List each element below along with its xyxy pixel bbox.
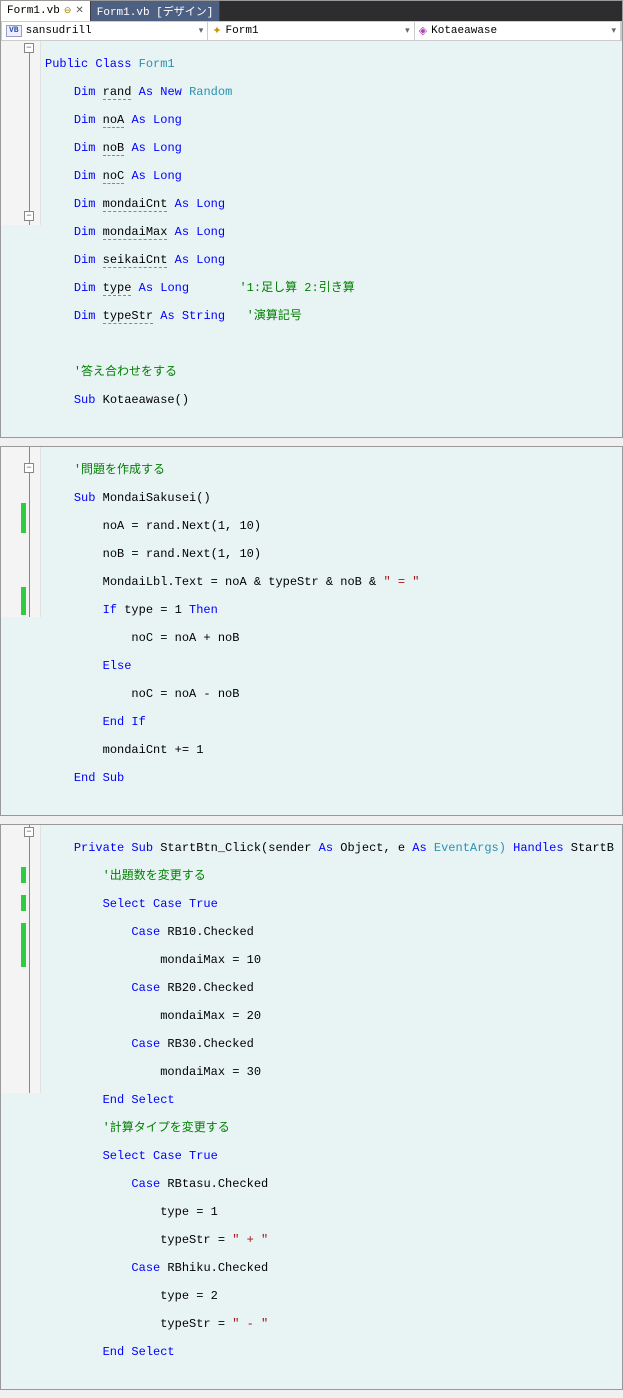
nav-bar: VB sansudrill ▾ ✦ Form1 ▾ ◈ Kotaeawase ▾ <box>1 21 622 41</box>
class-icon: ✦ <box>212 24 221 38</box>
chevron-down-icon: ▾ <box>611 26 616 36</box>
change-marker <box>21 895 26 911</box>
change-marker <box>21 587 26 615</box>
fold-toggle[interactable]: − <box>24 43 34 53</box>
tab-strip: Form1.vb ⊖ ✕ Form1.vb [デザイン] <box>1 1 622 21</box>
code-area[interactable]: '問題を作成する Sub MondaiSakusei() noA = rand.… <box>41 447 622 815</box>
change-marker <box>21 503 26 533</box>
chevron-down-icon: ▾ <box>405 26 410 36</box>
change-marker <box>21 923 26 967</box>
tab-label: Form1.vb <box>7 5 60 17</box>
fold-toggle[interactable]: − <box>24 827 34 837</box>
gutter: − <box>1 825 41 1093</box>
code-panel-2: − '問題を作成する Sub MondaiSakusei() noA = ran… <box>0 446 623 816</box>
code-area[interactable]: Private Sub StartBtn_Click(sender As Obj… <box>41 825 622 1389</box>
gutter: − <box>1 447 41 617</box>
tab-label: Form1.vb [デザイン] <box>97 3 214 19</box>
close-icon[interactable]: ✕ <box>75 5 83 17</box>
fold-toggle[interactable]: − <box>24 211 34 221</box>
code-area[interactable]: Public Class Form1 Dim rand As New Rando… <box>41 41 622 437</box>
chevron-down-icon: ▾ <box>199 26 204 36</box>
gutter: − − <box>1 41 41 225</box>
change-marker <box>21 867 26 883</box>
nav-method[interactable]: ◈ Kotaeawase ▾ <box>415 22 621 40</box>
nav-project[interactable]: VB sansudrill ▾ <box>2 22 208 40</box>
nav-method-text: Kotaeawase <box>431 25 497 37</box>
tab-form1-design[interactable]: Form1.vb [デザイン] <box>91 1 221 21</box>
nav-class[interactable]: ✦ Form1 ▾ <box>208 22 414 40</box>
pin-icon[interactable]: ⊖ <box>64 6 72 16</box>
method-icon: ◈ <box>419 24 427 38</box>
tab-form1-vb[interactable]: Form1.vb ⊖ ✕ <box>1 1 91 21</box>
nav-project-text: sansudrill <box>26 25 92 37</box>
code-panel-3: − Private Sub StartBtn_Click(sender As O… <box>0 824 623 1390</box>
code-panel-1: Form1.vb ⊖ ✕ Form1.vb [デザイン] VB sansudri… <box>0 0 623 438</box>
vb-icon: VB <box>6 25 22 37</box>
fold-toggle[interactable]: − <box>24 463 34 473</box>
nav-class-text: Form1 <box>226 25 259 37</box>
